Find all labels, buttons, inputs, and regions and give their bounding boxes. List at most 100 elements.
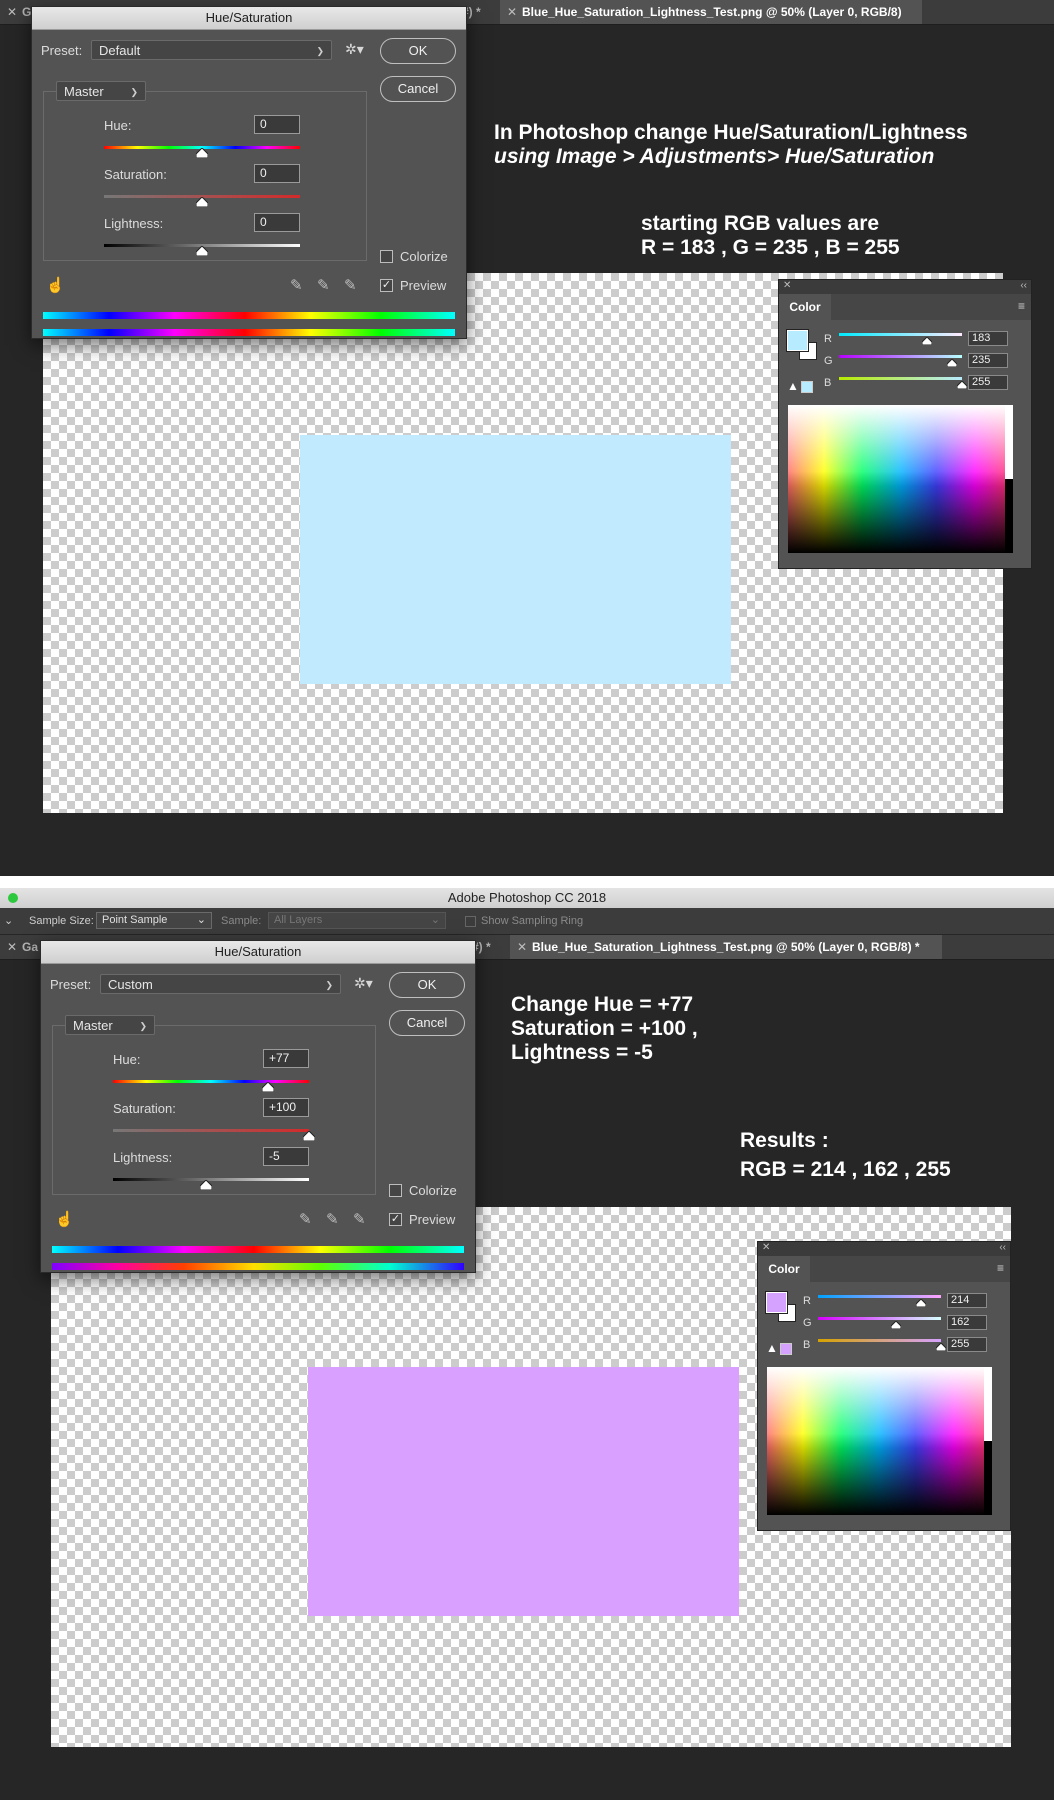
- hue-input[interactable]: 0: [254, 115, 300, 134]
- warning-icon: ▲: [787, 379, 799, 393]
- hue-slider-track[interactable]: [113, 1080, 309, 1083]
- collapse-icon[interactable]: ‹‹: [1020, 280, 1027, 291]
- output-color-bar: [52, 1263, 464, 1270]
- b-slider-track[interactable]: [839, 377, 962, 380]
- color-spectrum[interactable]: [767, 1367, 992, 1515]
- close-tab-icon[interactable]: ✕: [517, 935, 527, 959]
- tab-color[interactable]: Color: [779, 294, 831, 320]
- g-slider-track[interactable]: [839, 355, 962, 358]
- close-tab-icon[interactable]: ✕: [7, 935, 17, 959]
- lightness-slider-thumb[interactable]: [200, 1180, 213, 1190]
- ok-button[interactable]: OK: [380, 38, 456, 64]
- b-slider-thumb[interactable]: [936, 1343, 946, 1351]
- sample-size-select[interactable]: Point Sample ⌄: [96, 912, 212, 929]
- r-slider-track[interactable]: [839, 333, 962, 336]
- foreground-color-swatch[interactable]: [765, 1291, 788, 1314]
- r-input[interactable]: 183: [968, 331, 1008, 346]
- close-tab-icon[interactable]: ✕: [507, 0, 517, 24]
- g-slider-thumb[interactable]: [891, 1321, 902, 1329]
- hue-saturation-dialog: Hue/Saturation Preset: Custom ❯ ✲▾ OK Ca…: [40, 940, 476, 1273]
- g-slider-track[interactable]: [818, 1317, 941, 1320]
- lightness-input[interactable]: 0: [254, 213, 300, 232]
- preview-checkbox[interactable]: ✓: [389, 1213, 402, 1226]
- color-spectrum[interactable]: [788, 405, 1013, 553]
- cancel-button[interactable]: Cancel: [380, 76, 456, 102]
- sample-select[interactable]: All Layers ⌄: [268, 912, 446, 929]
- panel-menu-icon[interactable]: ≡: [997, 1261, 1004, 1275]
- b-slider-thumb[interactable]: [957, 381, 967, 389]
- g-input[interactable]: 162: [947, 1315, 987, 1330]
- r-input[interactable]: 214: [947, 1293, 987, 1308]
- ok-button[interactable]: OK: [389, 972, 465, 998]
- panel-menu-icon[interactable]: ≡: [1018, 299, 1025, 313]
- hue-label: Hue:: [113, 1052, 141, 1067]
- saturation-input[interactable]: +100: [263, 1098, 309, 1117]
- spectrum-white-black-strip[interactable]: [1005, 405, 1013, 553]
- window-zoom-button[interactable]: [8, 893, 18, 903]
- eyedropper-minus-icon[interactable]: ✎: [344, 278, 357, 294]
- foreground-color-swatch[interactable]: [786, 329, 809, 352]
- lightness-label: Lightness:: [104, 216, 164, 231]
- output-color-bar: [43, 329, 455, 336]
- g-input[interactable]: 235: [968, 353, 1008, 368]
- r-slider-thumb[interactable]: [922, 337, 933, 345]
- preview-label: Preview: [400, 278, 447, 293]
- annotation-instructions: In Photoshop change Hue/Saturation/Light…: [494, 121, 968, 168]
- spectrum-black-layer: [788, 405, 1013, 553]
- b-input[interactable]: 255: [968, 375, 1008, 390]
- b-slider-track[interactable]: [818, 1339, 941, 1342]
- preset-select[interactable]: Default ❯: [91, 40, 332, 60]
- saturation-slider-track[interactable]: [113, 1129, 309, 1132]
- r-slider-track[interactable]: [818, 1295, 941, 1298]
- hue-slider-thumb[interactable]: [196, 148, 208, 158]
- r-slider-thumb[interactable]: [916, 1299, 927, 1307]
- annotation-results: Results : RGB = 214 , 162 , 255: [740, 1129, 951, 1181]
- chevron-down-icon: ⌄: [430, 914, 440, 926]
- close-icon[interactable]: ✕: [783, 280, 791, 291]
- lightness-slider-thumb[interactable]: [196, 246, 208, 256]
- close-tab-icon[interactable]: ✕: [7, 0, 17, 24]
- saturation-input[interactable]: 0: [254, 164, 300, 183]
- eyedropper-plus-icon[interactable]: ✎: [317, 278, 330, 294]
- hand-target-icon[interactable]: ☝: [55, 1212, 74, 1228]
- tool-preset-chevron-icon[interactable]: ⌄: [4, 908, 13, 934]
- sampling-ring-label: Show Sampling Ring: [481, 915, 584, 927]
- dialog-title: Hue/Saturation: [32, 7, 466, 30]
- r-label: R: [824, 333, 832, 345]
- hue-input[interactable]: +77: [263, 1049, 309, 1068]
- hue-slider-thumb[interactable]: [261, 1082, 274, 1092]
- annotation-starting-rgb: starting RGB values are R = 183 , G = 23…: [641, 212, 900, 259]
- g-slider-thumb[interactable]: [947, 359, 958, 367]
- color-panel: ✕ ‹‹ Color ≡ ▲ R 214 G 162 B 255: [757, 1241, 1011, 1531]
- tab-color[interactable]: Color: [758, 1256, 810, 1282]
- eyedropper-plus-icon[interactable]: ✎: [326, 1212, 339, 1228]
- sampling-ring-checkbox[interactable]: [465, 916, 476, 927]
- spectrum-white-black-strip[interactable]: [984, 1367, 992, 1515]
- preset-select[interactable]: Custom ❯: [100, 974, 341, 994]
- cancel-button[interactable]: Cancel: [389, 1010, 465, 1036]
- collapse-icon[interactable]: ‹‹: [999, 1242, 1006, 1253]
- gear-icon[interactable]: ✲▾: [345, 41, 364, 58]
- preview-checkbox[interactable]: ✓: [380, 279, 393, 292]
- channel-select[interactable]: Master ❯: [65, 1015, 155, 1035]
- hand-target-icon[interactable]: ☝: [46, 278, 65, 294]
- gamut-swatch[interactable]: [801, 381, 813, 393]
- gamut-swatch[interactable]: [780, 1343, 792, 1355]
- document-tab-active[interactable]: ✕ Blue_Hue_Saturation_Lightness_Test.png…: [510, 935, 942, 959]
- eyedropper-minus-icon[interactable]: ✎: [353, 1212, 366, 1228]
- lightness-input[interactable]: -5: [263, 1147, 309, 1166]
- eyedropper-icon[interactable]: ✎: [290, 278, 303, 294]
- b-input[interactable]: 255: [947, 1337, 987, 1352]
- eyedropper-icon[interactable]: ✎: [299, 1212, 312, 1228]
- app-title-bar: Adobe Photoshop CC 2018: [0, 888, 1054, 909]
- colorize-checkbox[interactable]: [380, 250, 393, 263]
- channel-select[interactable]: Master ❯: [56, 81, 146, 101]
- saturation-slider-thumb[interactable]: [303, 1131, 315, 1141]
- document-tab-active[interactable]: ✕ Blue_Hue_Saturation_Lightness_Test.png…: [500, 0, 922, 24]
- panel-header: ✕ ‹‹: [779, 280, 1031, 294]
- gear-icon[interactable]: ✲▾: [354, 975, 373, 992]
- close-icon[interactable]: ✕: [762, 1242, 770, 1253]
- colorize-checkbox[interactable]: [389, 1184, 402, 1197]
- saturation-slider-thumb[interactable]: [196, 197, 208, 207]
- colorize-label: Colorize: [409, 1183, 457, 1198]
